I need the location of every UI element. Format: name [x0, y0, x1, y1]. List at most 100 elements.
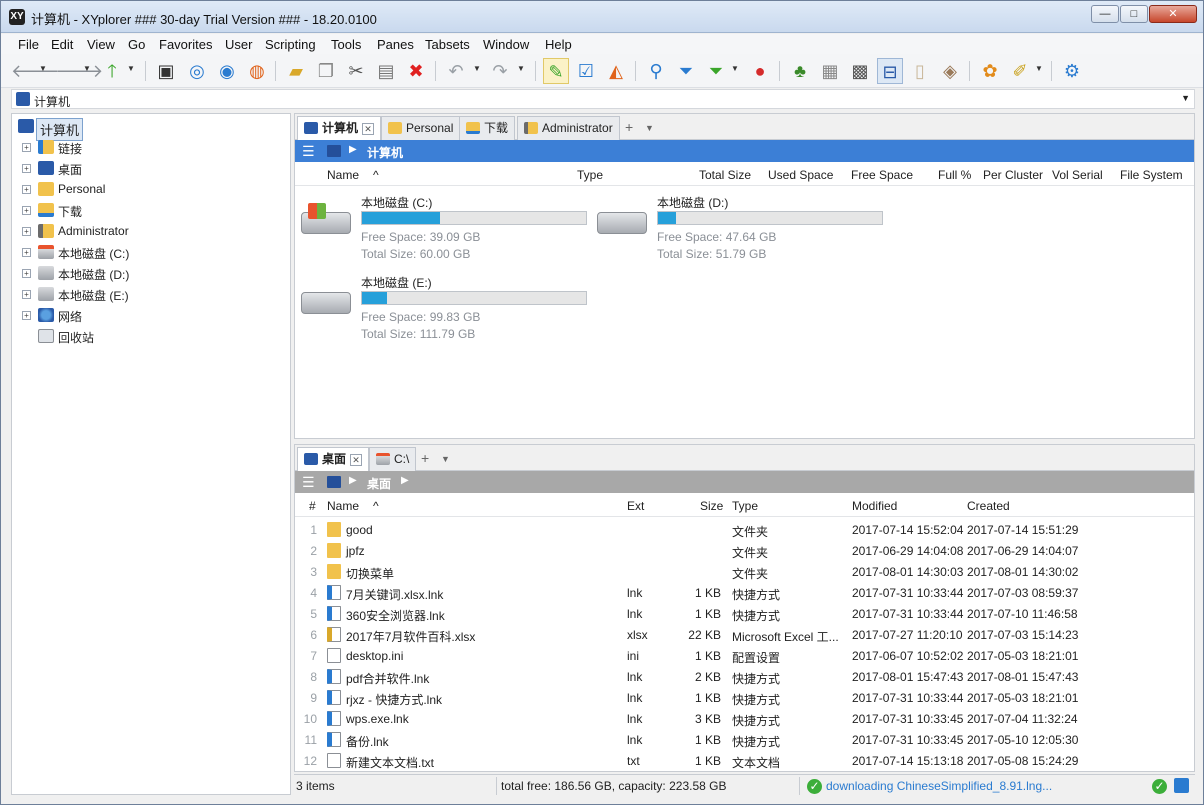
column-type[interactable]: Type: [577, 168, 603, 182]
chevron-right-icon[interactable]: ▶: [401, 475, 409, 486]
column-free-space[interactable]: Free Space: [851, 168, 913, 182]
file-name[interactable]: 切换菜单: [346, 565, 394, 582]
column-ext[interactable]: Ext: [627, 499, 644, 513]
back-arrow-icon[interactable]: 🡐: [11, 58, 59, 84]
undo-icon[interactable]: ↶: [443, 58, 469, 84]
drive-tile-c[interactable]: 本地磁盘 (C:) Free Space: 39.09 GB Total Siz…: [301, 194, 591, 264]
checkbox-icon[interactable]: ☑: [573, 58, 599, 84]
file-row[interactable]: 10 wps.exe.lnk lnk 3 KB 快捷方式 2017-07-31 10:33…: [295, 708, 1194, 729]
column-name[interactable]: Name: [327, 168, 359, 182]
column-created[interactable]: Created: [967, 499, 1010, 513]
menu-edit[interactable]: Edit: [51, 37, 73, 52]
file-name[interactable]: 新建文本文档.txt: [346, 754, 434, 771]
panel-toggle-icon[interactable]: [1174, 778, 1189, 793]
history-icon[interactable]: ◍: [244, 58, 270, 84]
file-row[interactable]: 3 切换菜单 文件夹 2017-08-01 14:30:03 2017-08-01 14…: [295, 561, 1194, 582]
check-icon[interactable]: ✓: [1152, 779, 1167, 794]
file-name[interactable]: 2017年7月软件百科.xlsx: [346, 628, 475, 645]
column-vol-serial[interactable]: Vol Serial: [1052, 168, 1103, 182]
redo-icon[interactable]: ↷: [487, 58, 513, 84]
up-dropdown-icon[interactable]: ▼: [127, 64, 135, 73]
computer-icon[interactable]: ▣: [153, 58, 179, 84]
expand-icon[interactable]: +: [22, 164, 31, 173]
file-row[interactable]: 8 pdf合并软件.lnk lnk 2 KB 快捷方式 2017-08-01 15:47:…: [295, 666, 1194, 687]
cut-icon[interactable]: ✂: [343, 58, 369, 84]
column-size[interactable]: Size: [700, 499, 723, 513]
back-dropdown-icon[interactable]: ▼: [39, 64, 47, 73]
redo-dropdown-icon[interactable]: ▼: [517, 64, 525, 73]
menu-window[interactable]: Window: [483, 37, 529, 52]
dual-pane-icon[interactable]: ⊟: [877, 58, 903, 84]
expand-icon[interactable]: +: [22, 290, 31, 299]
file-name[interactable]: 360安全浏览器.lnk: [346, 607, 445, 624]
find-circle-icon[interactable]: ◉: [214, 58, 240, 84]
visual-filter-icon[interactable]: ⏷: [703, 58, 729, 84]
maximize-button[interactable]: □: [1120, 5, 1148, 23]
file-row[interactable]: 1 good 文件夹 2017-07-14 15:52:04 2017-07-14 15…: [295, 519, 1194, 540]
desktop-icon[interactable]: [327, 476, 341, 488]
column-modified[interactable]: Modified: [852, 499, 897, 513]
filter-icon[interactable]: ⏷: [673, 58, 699, 84]
expand-icon[interactable]: +: [22, 185, 31, 194]
breadcrumb-item[interactable]: 桌面: [367, 475, 391, 492]
minimize-button[interactable]: —: [1091, 5, 1119, 23]
file-name[interactable]: 7月关键词.xlsx.lnk: [346, 586, 443, 603]
menu-favorites[interactable]: Favorites: [159, 37, 212, 52]
file-row[interactable]: 9 rjxz - 快捷方式.lnk lnk 1 KB 快捷方式 2017-07-31 10…: [295, 687, 1194, 708]
expand-icon[interactable]: +: [22, 143, 31, 152]
column-per-cluster[interactable]: Per Cluster: [983, 168, 1043, 182]
file-row[interactable]: 11 备份.lnk lnk 1 KB 快捷方式 2017-07-31 10:33:45 20…: [295, 729, 1194, 750]
computer-icon[interactable]: [327, 145, 341, 157]
file-row[interactable]: 5 360安全浏览器.lnk lnk 1 KB 快捷方式 2017-07-31 10:33…: [295, 603, 1194, 624]
hamburger-menu-icon[interactable]: ☰: [302, 474, 315, 491]
target-icon[interactable]: ◎: [184, 58, 210, 84]
menu-go[interactable]: Go: [128, 37, 145, 52]
column-full-pct[interactable]: Full %: [938, 168, 971, 182]
status-download[interactable]: downloading ChineseSimplified_8.91.lng..…: [826, 779, 1052, 793]
preview-icon[interactable]: ◈: [937, 58, 963, 84]
file-name[interactable]: desktop.ini: [346, 649, 403, 663]
tree-item-drive-e[interactable]: + 本地磁盘 (E:): [12, 284, 290, 304]
tree-icon[interactable]: ♣: [787, 58, 813, 84]
expand-icon[interactable]: +: [22, 206, 31, 215]
delete-icon[interactable]: ✖: [403, 58, 429, 84]
tab-personal[interactable]: Personal: [381, 116, 461, 140]
file-row[interactable]: 2 jpfz 文件夹 2017-06-29 14:04:08 2017-06-29 14…: [295, 540, 1194, 561]
filter-dropdown-icon[interactable]: ▼: [731, 64, 739, 73]
file-name[interactable]: 备份.lnk: [346, 733, 389, 750]
column-type[interactable]: Type: [732, 499, 758, 513]
up-arrow-icon[interactable]: 🡑: [99, 58, 125, 84]
new-tab-icon[interactable]: +: [421, 450, 429, 466]
tab-close-icon[interactable]: ✕: [362, 123, 375, 135]
expand-icon[interactable]: +: [22, 269, 31, 278]
tab-close-icon[interactable]: ✕: [350, 454, 363, 466]
file-name[interactable]: pdf合并软件.lnk: [346, 670, 429, 687]
close-button[interactable]: ✕: [1149, 5, 1197, 23]
tree-item-recycle-bin[interactable]: 回收站: [12, 326, 290, 346]
tree-item-personal[interactable]: + Personal: [12, 179, 290, 199]
address-value[interactable]: 计算机: [34, 93, 70, 110]
tag-icon[interactable]: ✎: [543, 58, 569, 84]
info-panel-icon[interactable]: ▯: [907, 58, 933, 84]
file-row[interactable]: 4 7月关键词.xlsx.lnk lnk 1 KB 快捷方式 2017-07-31 10:…: [295, 582, 1194, 603]
drive-tile-e[interactable]: 本地磁盘 (E:) Free Space: 99.83 GB Total Siz…: [301, 274, 591, 344]
expand-icon[interactable]: +: [22, 311, 31, 320]
brush-icon[interactable]: ✐: [1007, 58, 1033, 84]
column-index[interactable]: #: [309, 499, 316, 513]
brush-dropdown-icon[interactable]: ▼: [1035, 64, 1043, 73]
file-name[interactable]: good: [346, 523, 373, 537]
column-name[interactable]: Name: [327, 499, 359, 513]
expand-icon[interactable]: +: [22, 227, 31, 236]
tree-item-links[interactable]: + 链接: [12, 137, 290, 157]
file-name[interactable]: rjxz - 快捷方式.lnk: [346, 691, 442, 708]
tree-item-downloads[interactable]: + 下载: [12, 200, 290, 220]
tab-desktop[interactable]: 桌面 ✕: [297, 447, 370, 472]
color-filter-icon[interactable]: ●: [747, 58, 773, 84]
undo-dropdown-icon[interactable]: ▼: [473, 64, 481, 73]
search-icon[interactable]: ⚲: [643, 58, 669, 84]
column-file-system[interactable]: File System: [1120, 168, 1183, 182]
menu-tabsets[interactable]: Tabsets: [425, 37, 470, 52]
menu-user[interactable]: User: [225, 37, 252, 52]
tree-item-drive-d[interactable]: + 本地磁盘 (D:): [12, 263, 290, 283]
tree-item-desktop[interactable]: + 桌面: [12, 158, 290, 178]
